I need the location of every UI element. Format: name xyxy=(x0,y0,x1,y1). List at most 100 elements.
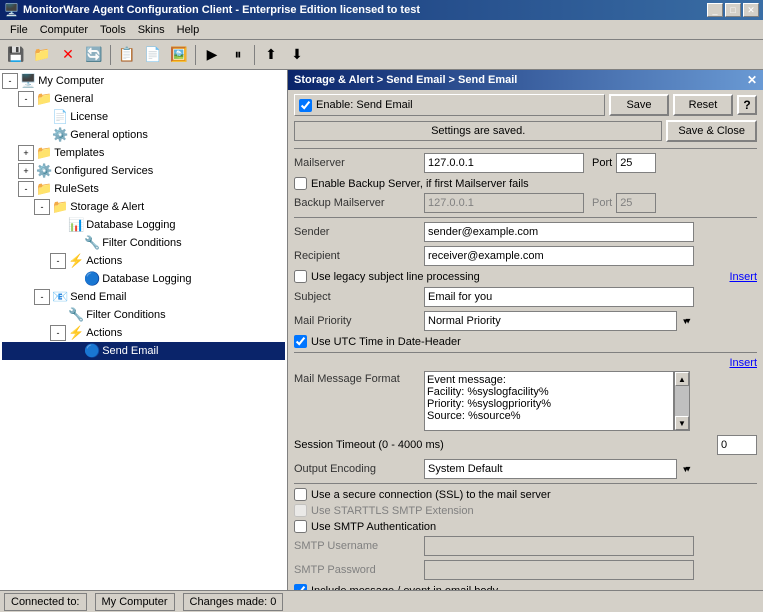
expand-templates[interactable]: + xyxy=(18,145,34,161)
menu-tools[interactable]: Tools xyxy=(94,22,132,38)
icon-my-computer: 🖥️ xyxy=(20,73,36,89)
expand-actions-2[interactable]: - xyxy=(50,325,66,341)
toolbar: 💾 📁 ✕ 🔄 📋 📄 🖼️ ▶ ⏸ ⬆ ⬇ xyxy=(0,40,763,70)
output-encoding-select[interactable]: System Default UTF-8 ISO-8859-1 xyxy=(424,459,694,479)
tb-up-button[interactable]: ⬆ xyxy=(259,43,283,67)
mail-message-format-row: Mail Message Format Event message: Facil… xyxy=(294,371,757,431)
mail-message-scroll[interactable]: ▲ ▼ xyxy=(674,371,690,431)
close-button[interactable]: ✕ xyxy=(743,3,759,17)
tb-view-button[interactable]: 🖼️ xyxy=(167,43,191,67)
port-input[interactable] xyxy=(616,153,656,173)
backup-port-input[interactable] xyxy=(616,193,656,213)
label-rulesets: RuleSets xyxy=(54,183,99,195)
minimize-button[interactable]: _ xyxy=(707,3,723,17)
enable-backup-checkbox[interactable] xyxy=(294,177,307,190)
tree-item-storage-alert[interactable]: - 📁 Storage & Alert xyxy=(2,198,285,216)
enable-checkbox[interactable] xyxy=(299,99,312,112)
maximize-button[interactable]: □ xyxy=(725,3,741,17)
tree-item-filter-2[interactable]: 🔧 Filter Conditions xyxy=(2,306,285,324)
smtp-username-label: SMTP Username xyxy=(294,540,424,552)
session-timeout-row: Session Timeout (0 - 4000 ms) xyxy=(294,435,757,455)
tree-item-configured-services[interactable]: + ⚙️ Configured Services xyxy=(2,162,285,180)
tb-play-button[interactable]: ▶ xyxy=(200,43,224,67)
sender-input[interactable] xyxy=(424,222,694,242)
expand-send-email-1[interactable]: - xyxy=(34,289,50,305)
expand-actions-1[interactable]: - xyxy=(50,253,66,269)
smtp-username-input[interactable] xyxy=(424,536,694,556)
ssl-checkbox[interactable] xyxy=(294,488,307,501)
tree-item-general-options[interactable]: ⚙️ General options xyxy=(2,126,285,144)
tb-new-button[interactable]: 💾 xyxy=(4,43,28,67)
starttls-checkbox[interactable] xyxy=(294,504,307,517)
menu-skins[interactable]: Skins xyxy=(132,22,171,38)
icon-configured-services: ⚙️ xyxy=(36,163,52,179)
menu-computer[interactable]: Computer xyxy=(34,22,94,38)
tree-item-send-email-1[interactable]: - 📧 Send Email xyxy=(2,288,285,306)
tree-item-templates[interactable]: + 📁 Templates xyxy=(2,144,285,162)
connected-to-label: Connected to: xyxy=(11,596,80,608)
backup-port-label: Port xyxy=(592,197,612,209)
subject-label: Subject xyxy=(294,291,424,303)
icon-actions-1: ⚡ xyxy=(68,253,84,269)
tree-item-db-logging-1[interactable]: 📊 Database Logging xyxy=(2,216,285,234)
label-general: General xyxy=(54,93,93,105)
backup-mailserver-input[interactable] xyxy=(424,193,584,213)
insert-link-1[interactable]: Insert xyxy=(729,271,757,283)
expand-general[interactable]: - xyxy=(18,91,34,107)
title-text: MonitorWare Agent Configuration Client -… xyxy=(23,4,420,16)
expand-configured-services[interactable]: + xyxy=(18,163,34,179)
expand-rulesets[interactable]: - xyxy=(18,181,34,197)
reset-button[interactable]: Reset xyxy=(673,94,733,116)
output-encoding-dropdown-icon[interactable]: ▼ xyxy=(676,459,694,479)
title-controls[interactable]: _ □ ✕ xyxy=(707,3,759,17)
tb-pause-button[interactable]: ⏸ xyxy=(226,43,250,67)
divider-4 xyxy=(294,483,757,484)
tb-copy-button[interactable]: 📋 xyxy=(115,43,139,67)
tree-item-general[interactable]: - 📁 General xyxy=(2,90,285,108)
tree-item-actions-2[interactable]: - ⚡ Actions xyxy=(2,324,285,342)
tb-down-button[interactable]: ⬇ xyxy=(285,43,309,67)
tb-open-button[interactable]: 📁 xyxy=(30,43,54,67)
recipient-input[interactable] xyxy=(424,246,694,266)
tb-paste-button[interactable]: 📄 xyxy=(141,43,165,67)
icon-license: 📄 xyxy=(52,109,68,125)
tree-item-db-logging-2[interactable]: 🔵 Database Logging xyxy=(2,270,285,288)
help-button[interactable]: ? xyxy=(737,95,757,115)
menu-file[interactable]: File xyxy=(4,22,34,38)
use-legacy-checkbox[interactable] xyxy=(294,270,307,283)
tree-item-actions-1[interactable]: - ⚡ Actions xyxy=(2,252,285,270)
ssl-row: Use a secure connection (SSL) to the mai… xyxy=(294,488,757,501)
smtp-password-input[interactable] xyxy=(424,560,694,580)
tb-refresh-button[interactable]: 🔄 xyxy=(82,43,106,67)
mail-message-format-textarea[interactable]: Event message: Facility: %syslogfacility… xyxy=(424,371,674,431)
scroll-down-button[interactable]: ▼ xyxy=(675,416,689,430)
menu-help[interactable]: Help xyxy=(171,22,206,38)
subject-input[interactable] xyxy=(424,287,694,307)
scroll-up-button[interactable]: ▲ xyxy=(675,372,689,386)
label-filter-2: Filter Conditions xyxy=(86,309,165,321)
tree-item-send-email-2[interactable]: 🔵 Send Email xyxy=(2,342,285,360)
save-close-button[interactable]: Save & Close xyxy=(666,120,757,142)
smtp-auth-checkbox[interactable] xyxy=(294,520,307,533)
use-utc-checkbox[interactable] xyxy=(294,335,307,348)
tree-item-filter-1[interactable]: 🔧 Filter Conditions xyxy=(2,234,285,252)
tree-item-my-computer[interactable]: - 🖥️ My Computer xyxy=(2,72,285,90)
mail-message-format-container: Event message: Facility: %syslogfacility… xyxy=(424,371,690,431)
mail-priority-dropdown-icon[interactable]: ▼ xyxy=(676,311,694,331)
tb-stop-button[interactable]: ✕ xyxy=(56,43,80,67)
panel-close-button[interactable]: ✕ xyxy=(747,73,757,87)
mailserver-input[interactable] xyxy=(424,153,584,173)
save-button[interactable]: Save xyxy=(609,94,669,116)
insert-link-2[interactable]: Insert xyxy=(729,357,757,369)
menu-bar: File Computer Tools Skins Help xyxy=(0,20,763,40)
session-timeout-input[interactable] xyxy=(717,435,757,455)
sender-row: Sender xyxy=(294,222,757,242)
expand-storage-alert[interactable]: - xyxy=(34,199,50,215)
expand-my-computer[interactable]: - xyxy=(2,73,18,89)
tree-item-rulesets[interactable]: - 📁 RuleSets xyxy=(2,180,285,198)
include-message-checkbox[interactable] xyxy=(294,584,307,590)
mail-priority-select[interactable]: Highest Priority High Priority Normal Pr… xyxy=(424,311,694,331)
output-encoding-row: Output Encoding System Default UTF-8 ISO… xyxy=(294,459,757,479)
status-bar: Connected to: My Computer Changes made: … xyxy=(0,590,763,612)
tree-item-license[interactable]: 📄 License xyxy=(2,108,285,126)
